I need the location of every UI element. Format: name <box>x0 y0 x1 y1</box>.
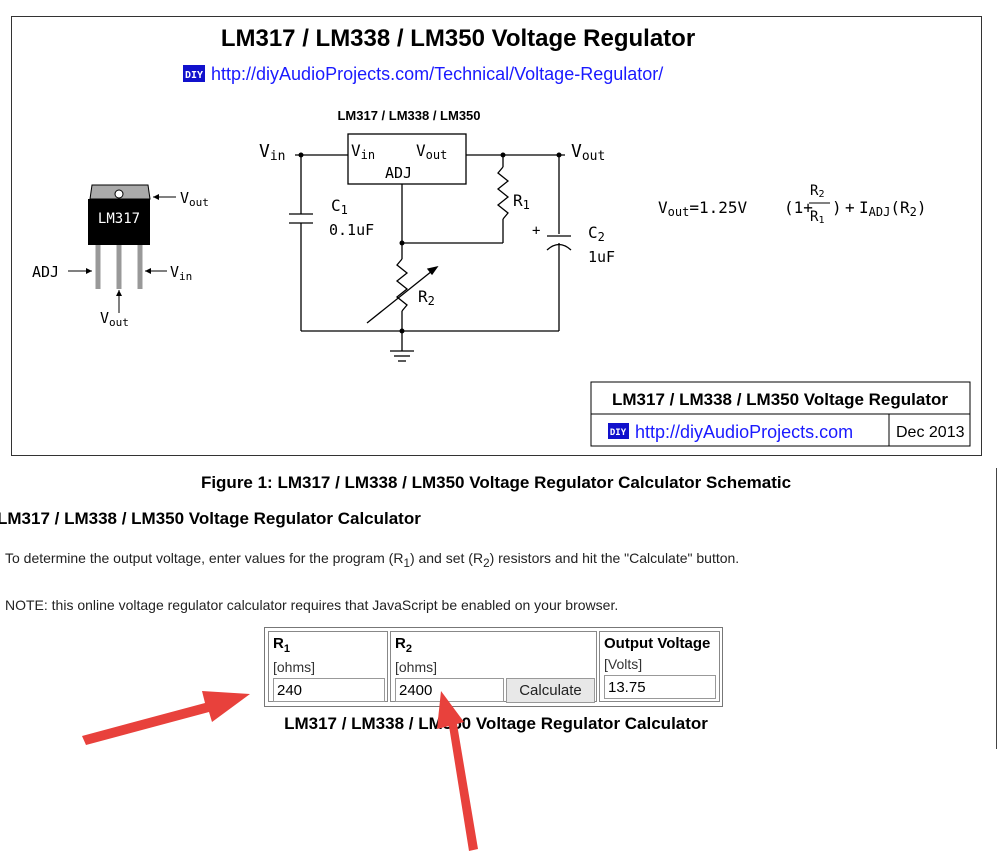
arrow-to-r2-icon <box>437 691 478 851</box>
arrow-to-r1-icon <box>82 691 250 745</box>
annotation-arrows <box>82 691 478 851</box>
